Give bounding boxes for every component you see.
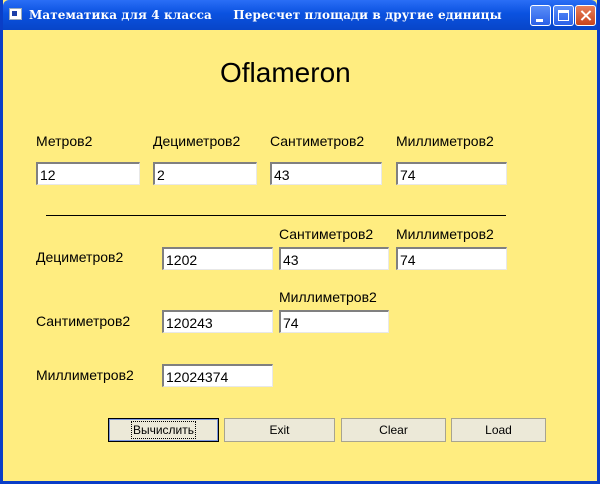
calculate-button-label: Вычислить <box>130 421 197 439</box>
window-title: Математика для 4 класса Пересчет площади… <box>29 8 502 22</box>
clear-button[interactable]: Clear <box>341 418 446 442</box>
dm-mm2-field[interactable] <box>396 247 507 270</box>
millimeters2-input[interactable] <box>396 162 507 185</box>
decimeters2-input[interactable] <box>153 162 257 185</box>
mm-result-field[interactable] <box>162 364 273 387</box>
label-cm-result: Сантиметров2 <box>36 313 131 329</box>
cm-result-field[interactable] <box>162 310 273 333</box>
maximize-icon[interactable] <box>553 5 574 26</box>
label-decimeters2: Дециметров2 <box>153 133 241 149</box>
label-dm-result: Дециметров2 <box>36 249 124 265</box>
page-title: Oflameron <box>220 57 351 88</box>
label-cm-mm2: Миллиметров2 <box>279 289 377 305</box>
label-dm-cm2: Сантиметров2 <box>279 226 374 242</box>
calculate-button[interactable]: Вычислить <box>108 418 219 442</box>
app-window: Математика для 4 класса Пересчет площади… <box>0 0 600 484</box>
centimeters2-input[interactable] <box>270 162 382 185</box>
minimize-icon[interactable] <box>530 5 551 26</box>
dm-cm2-field[interactable] <box>279 247 389 270</box>
title-bar[interactable]: Математика для 4 класса Пересчет площади… <box>3 0 597 30</box>
label-millimeters2: Миллиметров2 <box>396 133 494 149</box>
label-centimeters2: Сантиметров2 <box>270 133 365 149</box>
exit-button[interactable]: Exit <box>224 418 335 442</box>
dm-result-field[interactable] <box>162 247 273 270</box>
label-meters2: Метров2 <box>36 133 93 149</box>
app-icon[interactable] <box>9 8 22 20</box>
label-mm-result: Миллиметров2 <box>36 367 134 383</box>
meters2-input[interactable] <box>36 162 140 185</box>
load-button[interactable]: Load <box>451 418 546 442</box>
close-icon[interactable] <box>575 5 596 26</box>
label-dm-mm2: Миллиметров2 <box>396 226 494 242</box>
cm-mm2-field[interactable] <box>279 310 389 333</box>
section-divider <box>46 215 506 216</box>
